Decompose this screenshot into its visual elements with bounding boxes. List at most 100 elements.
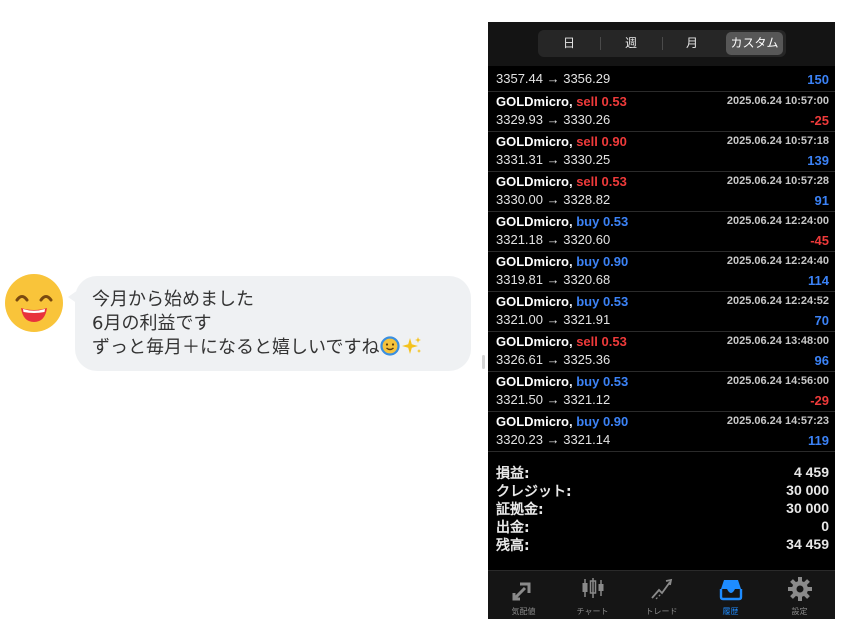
trade-volume: 0.53: [602, 214, 629, 229]
trade-side: sell: [576, 174, 598, 189]
trade-symbol-name: GOLDmicro,: [496, 214, 573, 229]
segment-day[interactable]: 日: [538, 30, 600, 57]
trade-side: buy: [576, 214, 600, 229]
summary-value: 30 000: [786, 482, 829, 498]
summary-label: 出金:: [496, 520, 530, 536]
trade-volume: 0.53: [602, 374, 629, 389]
trade-row[interactable]: GOLDmicro, sell 0.53 2025.06.24 10:57:00…: [488, 92, 835, 132]
trade-symbol: GOLDmicro, sell 0.53: [496, 334, 627, 349]
trade-history-screen: 日 週 月 カスタム 3357.44 → 3356.29 150 GOLDmic…: [488, 22, 835, 619]
summary-label: 残高:: [496, 538, 530, 554]
trade-row[interactable]: GOLDmicro, buy 0.53 2025.06.24 12:24:00 …: [488, 212, 835, 252]
summary-value: 30 000: [786, 500, 829, 516]
trade-price: 3321.18 → 3320.60: [496, 232, 611, 247]
segment-month[interactable]: 月: [662, 30, 722, 57]
summary-value: 0: [821, 518, 829, 534]
trade-symbol-name: GOLDmicro,: [496, 294, 573, 309]
period-segmented-control: 日 週 月 カスタム: [538, 30, 786, 57]
trade-row[interactable]: GOLDmicro, sell 0.90 2025.06.24 10:57:18…: [488, 132, 835, 172]
summary-label: クレジット:: [496, 484, 572, 500]
period-segment-bar: 日 週 月 カスタム: [488, 22, 835, 66]
trade-row[interactable]: GOLDmicro, buy 0.53 2025.06.24 12:24:52 …: [488, 292, 835, 332]
trade-side: buy: [576, 294, 600, 309]
trade-row[interactable]: GOLDmicro, sell 0.53 2025.06.24 10:57:28…: [488, 172, 835, 212]
trade-list[interactable]: 3357.44 → 3356.29 150 GOLDmicro, sell 0.…: [488, 66, 835, 456]
summary-value: 34 459: [786, 536, 829, 552]
chat-bubble: 今月から始めました 6月の利益です ずっと毎月＋になると嬉しいですね: [75, 276, 471, 371]
trade-row[interactable]: GOLDmicro, sell 0.53 2025.06.24 13:48:00…: [488, 332, 835, 372]
trade-side: buy: [576, 254, 600, 269]
trade-volume: 0.90: [602, 414, 629, 429]
tab-quotes[interactable]: 気配値: [489, 571, 558, 619]
tab-chart[interactable]: チャート: [558, 571, 627, 619]
history-tray-icon: [719, 580, 743, 601]
trade-time: 2025.06.24 12:24:00: [726, 215, 829, 227]
trade-time: 2025.06.24 14:56:00: [726, 375, 829, 387]
avatar: [5, 274, 63, 332]
trade-symbol: GOLDmicro, buy 0.90: [496, 414, 628, 429]
trade-volume: 0.90: [601, 134, 627, 149]
summary-label: 損益:: [496, 466, 530, 482]
trade-side: sell: [576, 94, 598, 109]
trade-symbol-name: GOLDmicro,: [496, 254, 573, 269]
trade-profit: 139: [807, 153, 829, 168]
trade-volume: 0.53: [602, 294, 629, 309]
trade-time: 2025.06.24 13:48:00: [726, 335, 829, 347]
trade-volume: 0.90: [602, 254, 629, 269]
tab-history[interactable]: 履歴: [696, 571, 765, 619]
trade-price: 3329.93 → 3330.26: [496, 112, 611, 127]
trade-volume: 0.53: [601, 334, 627, 349]
trade-price: 3330.00 → 3328.82: [496, 192, 611, 207]
trade-side: sell: [576, 134, 598, 149]
trade-row[interactable]: GOLDmicro, buy 0.53 2025.06.24 14:56:00 …: [488, 372, 835, 412]
trade-symbol: GOLDmicro, sell 0.53: [496, 94, 627, 109]
trade-time: 2025.06.24 10:57:18: [726, 135, 829, 147]
trade-row[interactable]: GOLDmicro, buy 0.90 2025.06.24 14:57:23 …: [488, 412, 835, 452]
trade-price: 3357.44 → 3356.29: [496, 71, 611, 86]
trade-volume: 0.53: [601, 174, 627, 189]
trade-volume: 0.53: [601, 94, 627, 109]
bottom-tab-bar: 気配値 チャート トレード 履歴 設定: [488, 570, 835, 619]
smiling-face-icon: [380, 336, 401, 363]
trade-symbol-name: GOLDmicro,: [496, 334, 573, 349]
trade-side: sell: [576, 334, 598, 349]
summary-row-deposit: 証拠金: 30 000: [488, 499, 835, 518]
summary-row-withdrawal: 出金: 0: [488, 517, 835, 536]
tab-label: 気配値: [511, 607, 536, 616]
trade-time: 2025.06.24 14:57:23: [726, 415, 829, 427]
trade-price: 3321.00 → 3321.91: [496, 312, 611, 327]
summary-value: 4 459: [793, 464, 829, 480]
trade-time: 2025.06.24 12:24:52: [726, 295, 829, 307]
trade-row[interactable]: 3357.44 → 3356.29 150: [488, 66, 835, 92]
trade-price: 3321.50 → 3321.12: [496, 392, 611, 407]
trade-profit: 114: [808, 273, 829, 288]
trade-profit: -25: [810, 113, 829, 128]
trade-symbol: GOLDmicro, buy 0.53: [496, 374, 628, 389]
trade-price: 3320.23 → 3321.14: [496, 432, 611, 447]
message-line: ずっと毎月＋になると嬉しいですね: [92, 336, 423, 363]
trade-profit: 119: [808, 433, 829, 448]
message-line: 今月から始めました: [92, 289, 254, 310]
message-line-text: ずっと毎月＋になると嬉しいですね: [92, 337, 380, 358]
summary-label: 証拠金:: [496, 502, 544, 518]
tab-label: トレード: [645, 607, 678, 616]
trade-price: 3331.31 → 3330.25: [496, 152, 611, 167]
trade-symbol-name: GOLDmicro,: [496, 134, 573, 149]
account-summary: 損益: 4 459 クレジット: 30 000 証拠金: 30 000 出金: …: [488, 463, 835, 554]
gear-icon: [788, 577, 812, 601]
candlestick-chart-icon: [582, 578, 604, 598]
tab-settings[interactable]: 設定: [765, 571, 834, 619]
trade-row[interactable]: GOLDmicro, buy 0.90 2025.06.24 12:24:40 …: [488, 252, 835, 292]
trade-side: buy: [576, 374, 600, 389]
segment-custom[interactable]: カスタム: [726, 32, 783, 55]
trade-time: 2025.06.24 10:57:28: [726, 175, 829, 187]
segment-week[interactable]: 週: [600, 30, 662, 57]
trade-symbol: GOLDmicro, buy 0.53: [496, 294, 628, 309]
trade-symbol: GOLDmicro, sell 0.53: [496, 174, 627, 189]
trade-symbol-name: GOLDmicro,: [496, 94, 573, 109]
tab-trade[interactable]: トレード: [627, 571, 696, 619]
scroll-indicator: [482, 355, 485, 369]
trade-time: 2025.06.24 12:24:40: [726, 255, 829, 267]
tab-label: チャート: [576, 607, 609, 616]
trade-price: 3319.81 → 3320.68: [496, 272, 611, 287]
